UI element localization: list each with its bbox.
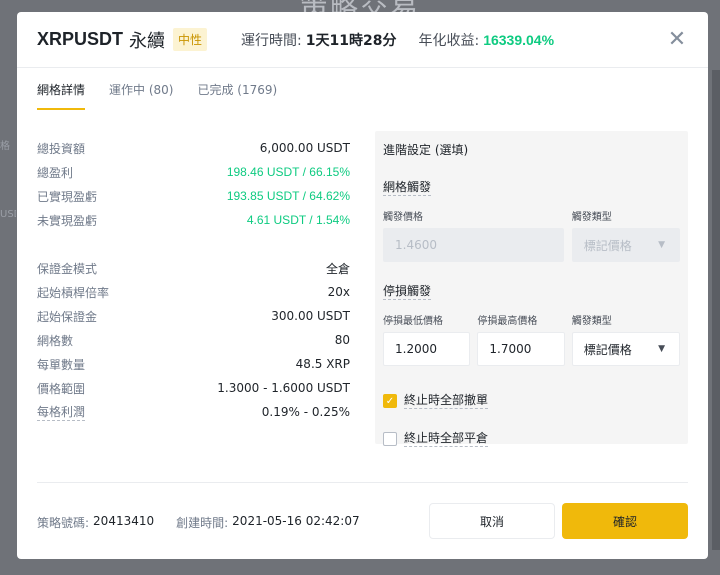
detail-label: 價格範圍 [37,381,86,396]
stop-high-price-input[interactable]: 1.7000 [477,332,565,366]
stop-low-price-input[interactable]: 1.2000 [383,332,471,366]
tab-running[interactable]: 運作中 (80) [109,82,173,110]
summary-row: 總投資額 6,000.00 USDT [37,136,350,160]
mode-badge: 中性 [173,28,208,51]
summary-label: 總盈利 [37,165,74,180]
trigger-price-value: 1.4600 [395,238,437,252]
detail-label: 保證金模式 [37,261,98,276]
grid-summary: 總投資額 6,000.00 USDT 總盈利 198.46 USDT / 66.… [37,136,350,424]
stop-high-price-label: 停損最高價格 [477,316,538,327]
detail-value: 1.3000 - 1.6000 USDT [217,381,350,395]
summary-value: 193.85 USDT / 64.62% [226,189,350,203]
summary-value: 4.61 USDT / 1.54% [246,213,350,227]
detail-row: 起始槓桿倍率 20x [37,280,350,304]
detail-value: 0.19% - 0.25% [261,405,350,419]
summary-label: 未實現盈虧 [37,213,98,228]
stop-trigger-title[interactable]: 停損觸發 [383,283,432,300]
summary-row: 已實現盈虧 193.85 USDT / 64.62% [37,184,350,208]
stop-trigger-type-select[interactable]: 標記價格 ▼ [571,332,680,366]
detail-row: 每格利潤 0.19% - 0.25% [37,400,350,424]
stop-low-price-label: 停損最低價格 [383,316,443,327]
strategy-id-label: 策略號碼: [37,516,90,530]
advanced-settings-panel: 進階設定 (選填) 網格觸發 觸發價格 1.4600 觸發類型 標記價格 ▼ 停… [375,131,688,447]
summary-row: 未實現盈虧 4.61 USDT / 1.54% [37,208,350,232]
detail-value: 80 [334,333,350,347]
tab-grid-details[interactable]: 網格詳情 [37,82,86,110]
apy-label: 年化收益: [418,32,480,49]
runtime-label: 運行時間: [241,32,302,49]
summary-value: 198.46 USDT / 66.15% [226,165,350,179]
advanced-settings-title: 進階設定 (選填) [383,143,469,157]
strategy-id-value: 20413410 [93,514,155,528]
summary-label: 總投資額 [37,141,86,156]
stop-high-price-value: 1.7000 [489,342,532,356]
detail-label: 網格數 [37,333,74,348]
detail-value: 20x [327,285,350,299]
apy-value: 16339.04% [483,31,555,48]
detail-value: 300.00 USDT [271,309,350,323]
detail-label: 起始保證金 [37,309,98,324]
detail-value: 48.5 XRP [295,357,350,371]
close-all-checkbox[interactable]: 終止時全部平倉 [383,431,680,447]
contract-type: 永續 [129,30,166,52]
background-side-text: USD [0,209,16,220]
close-all-label: 終止時全部平倉 [404,431,489,447]
detail-row: 起始保證金 300.00 USDT [37,304,350,328]
strategy-meta: 策略號碼: 20413410 創建時間: 2021-05-16 02:42:07 [37,514,360,531]
symbol-name: XRPUSDT [37,29,124,49]
summary-value: 6,000.00 USDT [259,141,350,155]
cancel-all-label: 終止時全部撤單 [404,393,489,409]
background-scroll-strip [712,70,720,550]
detail-row: 價格範圍 1.3000 - 1.6000 USDT [37,376,350,400]
stop-trigger-type-value: 標記價格 [583,342,632,357]
stop-trigger-type-label: 觸發類型 [571,316,612,327]
background-side-text: 格 [0,141,10,152]
detail-label: 每單數量 [37,357,86,372]
footer-divider [37,482,688,483]
checkbox-empty-icon [383,432,397,446]
grid-trigger-title[interactable]: 網格觸發 [383,179,432,196]
modal-header: XRPUSDT 永續 中性 運行時間: 1天11時28分 年化收益: 16339… [17,12,708,68]
detail-label: 起始槓桿倍率 [37,285,110,300]
trigger-price-input[interactable]: 1.4600 [383,228,564,262]
detail-row: 保證金模式 全倉 [37,256,350,280]
trigger-type-label: 觸發類型 [571,212,612,223]
created-time-label: 創建時間: [176,516,229,530]
tab-completed[interactable]: 已完成 (1769) [197,82,277,110]
cancel-button[interactable]: 取消 [429,503,555,539]
created-time-value: 2021-05-16 02:42:07 [232,514,360,528]
trigger-price-label: 觸發價格 [383,212,423,223]
profit-per-grid-label[interactable]: 每格利潤 [37,403,86,421]
checkmark-icon: ✓ [383,394,397,408]
grid-details-modal: XRPUSDT 永續 中性 運行時間: 1天11時28分 年化收益: 16339… [17,12,708,559]
summary-label: 已實現盈虧 [37,189,98,204]
detail-row: 每單數量 48.5 XRP [37,352,350,376]
close-icon[interactable]: ✕ [666,29,688,51]
stop-low-price-value: 1.2000 [395,342,437,356]
detail-value: 全倉 [325,261,350,276]
caret-down-icon: ▼ [658,344,665,354]
detail-row: 網格數 80 [37,328,350,352]
runtime-value: 1天11時28分 [305,32,397,49]
summary-row: 總盈利 198.46 USDT / 66.15% [37,160,350,184]
detail-tabs: 網格詳情 運作中 (80) 已完成 (1769) [37,82,301,112]
caret-down-icon: ▼ [658,240,665,250]
trigger-type-select[interactable]: 標記價格 ▼ [571,228,680,262]
trigger-type-value: 標記價格 [583,238,632,253]
confirm-button[interactable]: 確認 [562,503,688,539]
cancel-all-checkbox[interactable]: ✓ 終止時全部撤單 [383,393,680,409]
